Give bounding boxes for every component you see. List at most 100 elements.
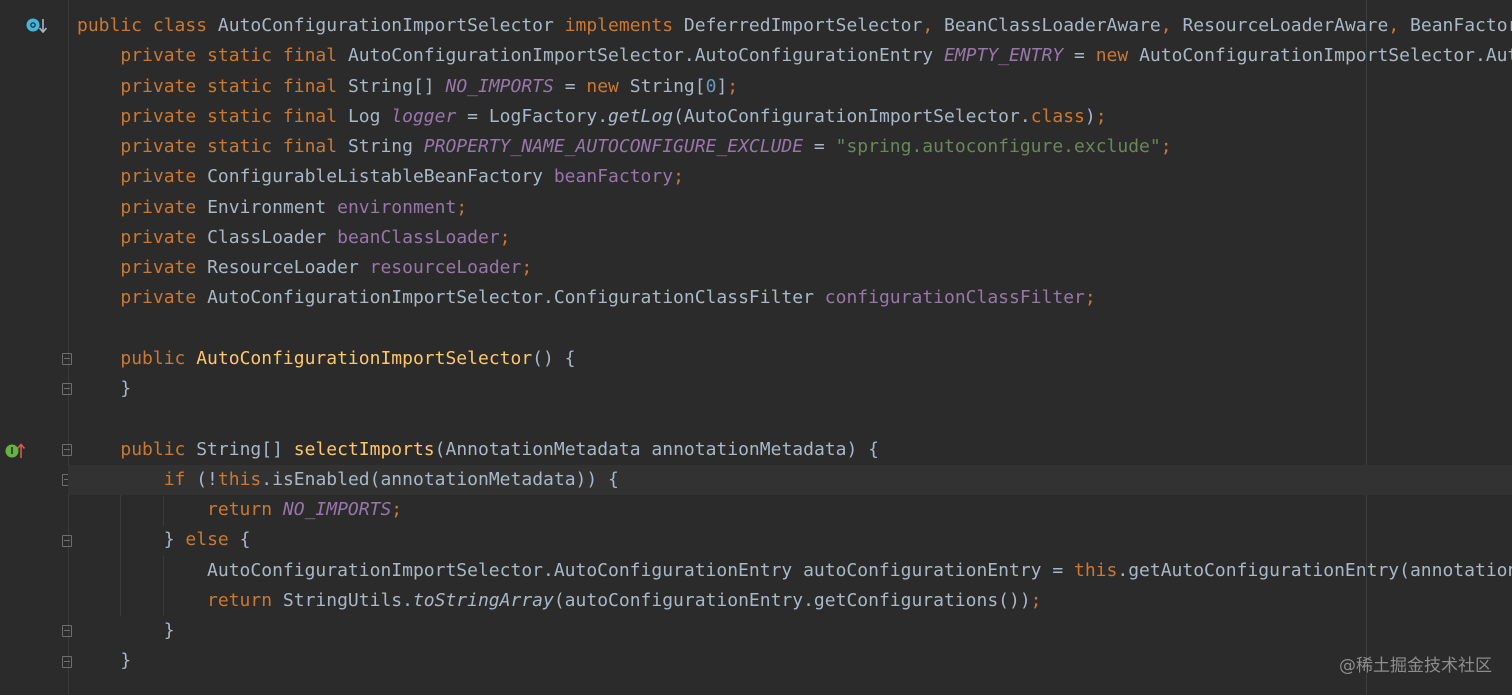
fold-end-icon[interactable] [62,656,72,668]
code-editor[interactable]: public class AutoConfigurationImportSele… [0,0,1512,695]
code-token: ; [1084,287,1096,309]
code-token: ClassLoader [207,226,338,248]
code-token: if [163,468,197,490]
code-line[interactable]: public AutoConfigurationImportSelector()… [77,344,1512,374]
code-line[interactable]: } else { [77,525,1512,555]
code-token: return [207,589,283,611]
code-line[interactable]: private ResourceLoader resourceLoader; [77,253,1512,283]
editor-gutter[interactable] [0,0,68,695]
code-token: getLog [608,105,674,127]
code-token: , [922,15,944,36]
code-line[interactable]: } [77,646,1512,676]
code-line[interactable]: private Environment environment; [77,193,1512,223]
code-line[interactable]: if (!this.isEnabled(annotationMetadata))… [68,464,1512,495]
code-line[interactable]: public class AutoConfigurationImportSele… [77,11,1512,41]
code-token: ; [1160,136,1172,157]
code-line[interactable]: return NO_IMPORTS; [77,495,1512,525]
code-token: environment [337,196,457,218]
fold-end-icon[interactable] [62,625,72,637]
code-token: public [120,347,197,369]
fold-end-icon[interactable] [62,383,72,395]
code-token: EMPTY_ENTRY [943,45,1064,67]
code-token: ; [1095,105,1107,127]
code-token: NO_IMPORTS [282,499,392,520]
code-line[interactable]: AutoConfigurationImportSelector.AutoConf… [77,556,1512,586]
code-token: private [120,226,208,248]
code-line[interactable]: public String[] selectImports(Annotation… [77,435,1512,465]
code-token: private [120,166,208,188]
code-token: AutoConfigurationImportSelector.AutoConf… [347,45,944,67]
code-token: logger [391,105,457,127]
code-token: class [1030,105,1085,127]
code-line[interactable]: } [77,374,1512,404]
code-token: 0 [705,75,717,97]
code-token: new [586,75,630,97]
overrides-method-icon[interactable] [4,441,26,461]
code-token: = [1063,45,1096,67]
code-line[interactable]: private static final String PROPERTY_NAM… [77,132,1512,162]
code-token: = [553,75,587,97]
code-token: ; [673,166,684,188]
fold-toggle-icon[interactable] [62,353,72,365]
code-line[interactable]: return StringUtils.toStringArray(autoCon… [77,586,1512,616]
code-token: resourceLoader [369,257,522,278]
code-token: Environment [207,196,338,218]
code-token: new [1095,45,1140,67]
watermark: @稀土掘金技术社区 [1339,656,1492,676]
code-token: AutoConfigurationImportSelector.AutoConf… [1139,45,1512,67]
code-line[interactable] [77,404,1512,434]
fold-end-icon[interactable] [62,535,72,547]
code-token: private [120,287,208,309]
code-area[interactable]: public class AutoConfigurationImportSele… [68,11,1512,677]
code-line[interactable] [77,314,1512,344]
code-token: AutoConfigurationImportSelector.AutoConf… [207,559,1074,581]
code-token: String[] [347,75,446,97]
code-token: ResourceLoaderAware [1182,15,1389,36]
code-token: (AutoConfigurationImportSelector. [673,105,1031,127]
code-token: } [120,378,132,399]
code-token: PROPERTY_NAME_AUTOCONFIGURE_EXCLUDE [423,136,804,157]
code-token: selectImports [293,438,435,460]
code-token: private static final [120,45,348,67]
code-token: } [163,620,175,641]
code-token: return [207,499,283,520]
code-line[interactable]: private ClassLoader beanClassLoader; [77,223,1512,253]
code-line[interactable]: private static final AutoConfigurationIm… [77,41,1512,71]
code-line[interactable]: private AutoConfigurationImportSelector.… [77,283,1512,313]
code-token: NO_IMPORTS [445,75,554,97]
code-token: String[] [196,438,294,460]
code-token: AutoConfigurationImportSelector [196,347,533,369]
code-token: StringUtils. [282,589,413,611]
code-token: implements [564,15,684,36]
code-token: private static final [120,105,348,127]
code-token: , [1388,15,1411,36]
code-line[interactable]: private static final String[] NO_IMPORTS… [77,72,1512,102]
code-token: .isEnabled(annotationMetadata)) { [261,468,619,490]
code-token: ; [391,499,403,520]
code-token: beanFactory [553,166,674,188]
implemented-interface-icon[interactable] [26,16,48,36]
code-token: ] [716,75,728,97]
code-token: = LogFactory. [456,105,609,127]
code-token: String[ [629,75,706,97]
code-line[interactable]: private ConfigurableListableBeanFactory … [77,162,1512,192]
code-token: public [120,438,197,460]
code-token: this [1074,559,1118,581]
code-line[interactable]: private static final Log logger = LogFac… [77,102,1512,132]
code-line[interactable]: } [77,616,1512,646]
code-token: "spring.autoconfigure.exclude" [835,136,1161,157]
code-token: (AnnotationMetadata annotationMetadata) … [434,438,879,460]
code-token: (! [196,468,218,490]
fold-toggle-icon[interactable] [62,444,72,456]
